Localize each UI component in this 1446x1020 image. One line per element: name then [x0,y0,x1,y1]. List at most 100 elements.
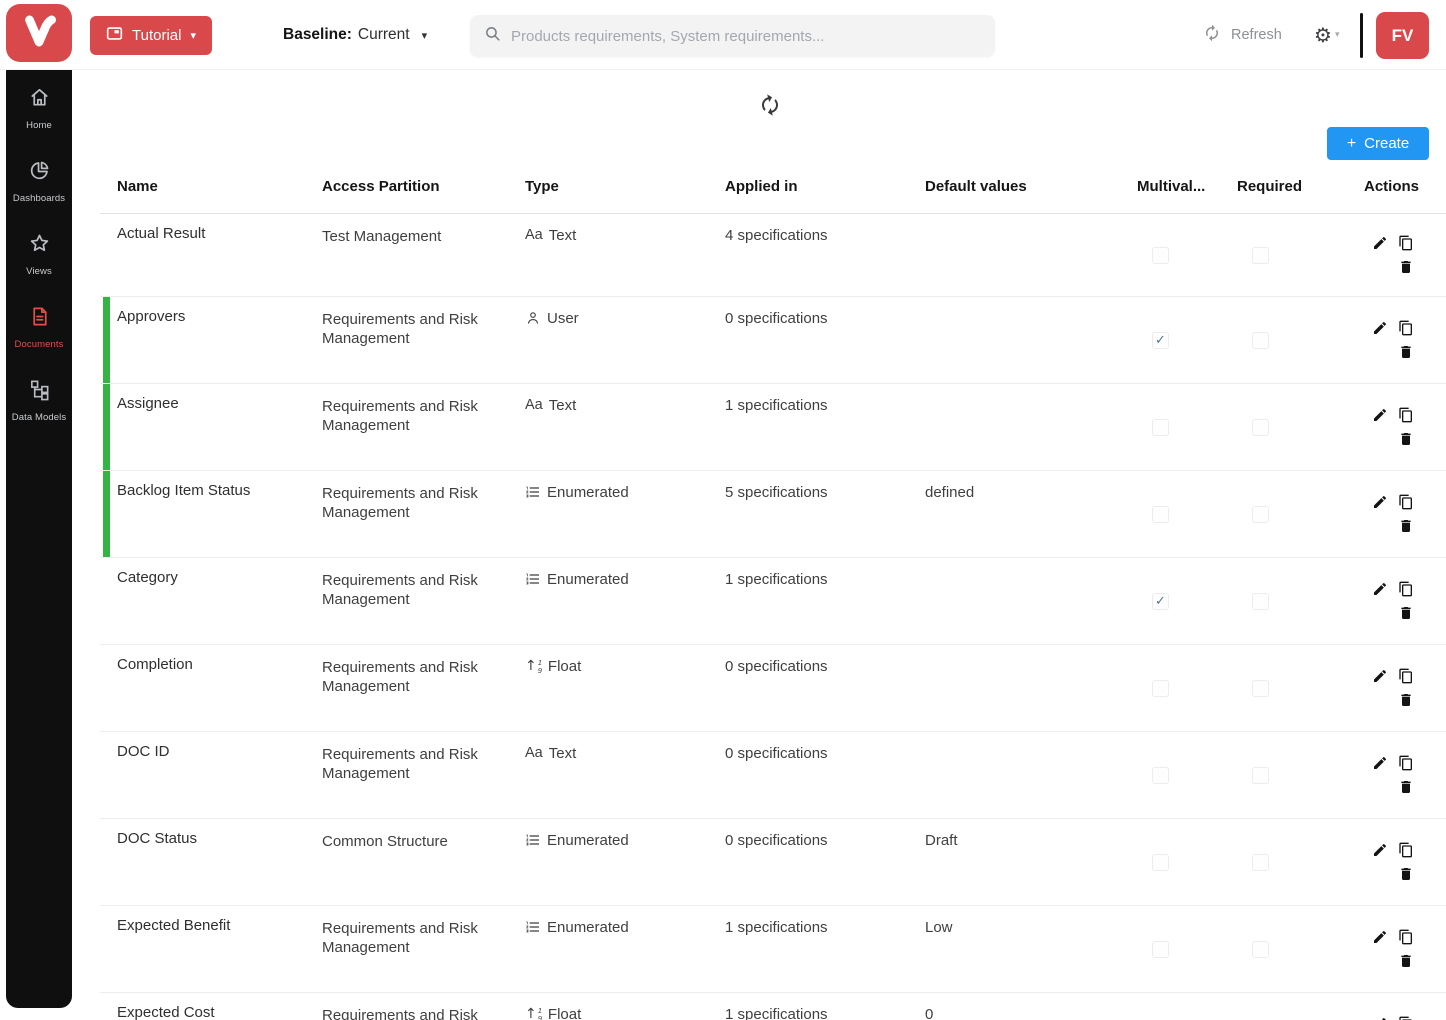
chevron-down-icon: ▾ [421,28,428,42]
delete-button[interactable] [1398,866,1414,882]
user-avatar[interactable]: FV [1376,12,1429,59]
baseline-selector[interactable]: Baseline: Current ▾ [283,0,427,70]
access-partition-value: Requirements and Risk Management [322,746,478,782]
required-checkbox[interactable] [1252,679,1269,697]
edit-button[interactable] [1372,929,1388,945]
app-logo[interactable] [6,4,72,62]
applied-in-value: 1 specifications [725,571,828,588]
required-checkbox[interactable] [1252,246,1269,264]
sidebar-item-dashboards[interactable]: Dashboards [6,159,72,232]
column-header-default-values: Default values [925,178,1027,195]
multivalued-checkbox[interactable] [1152,940,1169,958]
table-row: DOC ID Requirements and Risk Management … [100,732,1446,819]
duplicate-button[interactable] [1398,929,1414,945]
edit-button[interactable] [1372,235,1388,251]
duplicate-button[interactable] [1398,755,1414,771]
row-actions [1331,993,1446,1020]
edit-button[interactable] [1372,1016,1388,1020]
sidebar-item-label: Views [26,266,52,277]
delete-button[interactable] [1398,779,1414,795]
project-name: Tutorial [132,27,182,44]
type-label: User [547,310,579,327]
duplicate-button[interactable] [1398,320,1414,336]
required-checkbox[interactable] [1252,940,1269,958]
row-actions [1331,558,1446,644]
sidebar-item-documents[interactable]: Documents [6,305,72,378]
sidebar-item-home[interactable]: Home [6,86,72,159]
table-row: Expected Cost Requirements and Risk Mana… [100,993,1446,1020]
home-icon [28,86,51,114]
create-button[interactable]: + Create [1327,127,1429,160]
project-selector-button[interactable]: Tutorial ▾ [90,16,212,55]
edit-button[interactable] [1372,407,1388,423]
text-type-icon: Aa [525,745,543,761]
search-input[interactable] [511,27,981,45]
settings-menu-button[interactable]: ⚙ ▾ [1314,0,1339,70]
required-checkbox[interactable] [1252,331,1269,349]
required-checkbox[interactable] [1252,505,1269,523]
top-bar: Tutorial ▾ Baseline: Current ▾ Refresh [0,0,1446,70]
edit-button[interactable] [1372,320,1388,336]
default-value: Draft [925,832,958,849]
access-partition-value: Test Management [322,228,442,245]
default-value: 0 [925,1006,934,1020]
table-header-row: Name Access Partition Type Applied in De… [100,160,1446,214]
required-checkbox[interactable] [1252,853,1269,871]
star-icon [28,232,51,260]
create-button-label: Create [1364,135,1410,152]
delete-button[interactable] [1398,259,1414,275]
multivalued-checkbox[interactable] [1152,505,1169,523]
type-cell: Aa ↑ 19 Enumerated [525,558,725,644]
sidebar-item-label: Data Models [11,412,67,423]
delete-button[interactable] [1398,518,1414,534]
type-label: Float [547,1006,582,1020]
required-checkbox[interactable] [1252,766,1269,784]
multivalued-checkbox[interactable] [1152,766,1169,784]
type-cell: Aa ↑ 19 Float [525,645,725,731]
type-cell: Aa ↑ 19 User [525,297,725,383]
delete-button[interactable] [1398,953,1414,969]
edit-button[interactable] [1372,842,1388,858]
multivalued-checkbox[interactable] [1152,418,1169,436]
sidebar-item-label: Documents [14,339,64,350]
duplicate-button[interactable] [1398,1016,1414,1020]
multivalued-checkbox[interactable] [1152,331,1169,349]
multivalued-checkbox[interactable] [1152,592,1169,610]
type-label: Text [548,227,577,244]
delete-button[interactable] [1398,431,1414,447]
delete-button[interactable] [1398,605,1414,621]
edit-button[interactable] [1372,494,1388,510]
delete-button[interactable] [1398,344,1414,360]
multivalued-checkbox[interactable] [1152,853,1169,871]
required-checkbox[interactable] [1252,418,1269,436]
duplicate-button[interactable] [1398,581,1414,597]
required-checkbox[interactable] [1252,592,1269,610]
refresh-button[interactable]: Refresh [1203,0,1282,70]
duplicate-button[interactable] [1398,842,1414,858]
table-row: Actual Result Test Management Aa ↑ 19 Te… [100,214,1446,297]
search-icon [484,25,501,47]
float-type-icon: ↑ 19 [525,1006,542,1020]
column-header-applied-in: Applied in [725,178,798,195]
duplicate-button[interactable] [1398,668,1414,684]
type-cell: Aa ↑ 19 Enumerated [525,819,725,905]
access-partition-value: Requirements and Risk Management [322,398,478,434]
edit-button[interactable] [1372,668,1388,684]
type-cell: Aa ↑ 19 Enumerated [525,906,725,992]
applied-in-value: 5 specifications [725,484,828,501]
edit-button[interactable] [1372,581,1388,597]
sidebar-item-data-models[interactable]: Data Models [6,378,72,451]
sidebar: Home Dashboards Views Documents Data Mod… [6,58,72,1008]
sidebar-item-views[interactable]: Views [6,232,72,305]
document-icon [28,305,51,333]
delete-button[interactable] [1398,692,1414,708]
access-partition-value: Requirements and Risk Management [322,311,478,347]
duplicate-button[interactable] [1398,235,1414,251]
multivalued-checkbox[interactable] [1152,679,1169,697]
pie-chart-icon [28,159,51,187]
edit-button[interactable] [1372,755,1388,771]
duplicate-button[interactable] [1398,407,1414,423]
access-partition-value: Requirements and Risk Management [322,920,478,956]
duplicate-button[interactable] [1398,494,1414,510]
multivalued-checkbox[interactable] [1152,246,1169,264]
